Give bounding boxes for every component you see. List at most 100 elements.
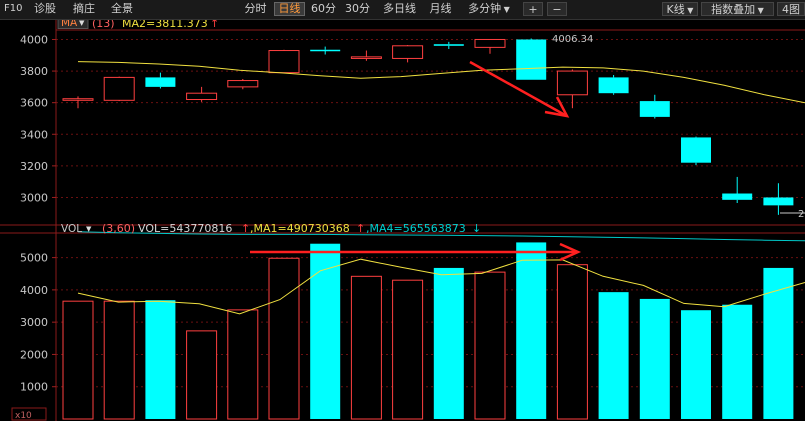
- price-tick-label: 3400: [20, 128, 48, 141]
- volume-bar-down: [310, 243, 341, 419]
- tab-multi-day[interactable]: 多日线: [378, 2, 421, 16]
- volume-bar-down: [722, 304, 753, 419]
- candle-body-down: [516, 39, 547, 80]
- f10-button[interactable]: F10: [4, 2, 22, 16]
- volume-y-axis: 5000 4000 3000 2000 1000: [20, 252, 56, 394]
- candle-body-up: [556, 70, 588, 96]
- volume-bar-down: [145, 300, 176, 419]
- candle-body-up: [268, 50, 300, 74]
- price-tick-label: 3200: [20, 160, 48, 173]
- candle: [103, 76, 135, 102]
- vol-ma4-value: ,MA4=565563873: [366, 222, 466, 235]
- volume-bar-up: [268, 257, 300, 420]
- up-arrow-icon: ↑: [356, 222, 365, 235]
- candle-body-up: [186, 92, 218, 101]
- volume-tick-label: 2000: [20, 348, 48, 361]
- chevron-down-icon: ▼: [501, 5, 510, 14]
- candle-body-up: [474, 38, 506, 48]
- volume-tick-label: 3000: [20, 316, 48, 329]
- candle-body-down: [763, 197, 794, 206]
- candle-body-up: [227, 80, 259, 88]
- price-tick-label: 3800: [20, 65, 48, 78]
- volume-bar-up: [350, 275, 382, 420]
- volume-bar-up: [392, 279, 424, 420]
- candle: [433, 41, 464, 49]
- candle-body-down: [310, 49, 341, 52]
- down-arrow-icon: ↓: [472, 222, 481, 235]
- volume-bar-down: [639, 298, 670, 419]
- volume-tick-label: 5000: [20, 252, 48, 265]
- candle: [763, 183, 794, 215]
- tab-30min[interactable]: 30分: [343, 2, 372, 16]
- candle-body-down: [433, 44, 464, 46]
- price-y-axis: 4000 3800 3600 3400 3200 3000: [20, 33, 56, 204]
- candle-body-down: [145, 77, 176, 87]
- volume-bar-down: [516, 242, 547, 419]
- candle: [516, 38, 547, 80]
- candle-body-down: [598, 77, 629, 94]
- tab-60min[interactable]: 60分: [309, 2, 338, 16]
- up-arrow-icon: ↑: [210, 20, 219, 30]
- volume-bar-up: [474, 271, 506, 420]
- high-price-label: 4006.34: [552, 34, 593, 45]
- low-price-label: 2: [798, 209, 804, 220]
- multi-minute-label: 多分钟: [468, 2, 502, 15]
- chevron-down-icon: ▼: [86, 225, 92, 233]
- volume-tick-label: 4000: [20, 284, 48, 297]
- volume-unit-label: x10: [15, 411, 32, 421]
- pick-dealer-button[interactable]: 摘庄: [73, 2, 95, 16]
- multi-chart-dropdown[interactable]: 4图: [777, 2, 805, 16]
- candle: [681, 136, 711, 166]
- multi-minute-dropdown[interactable]: 多分钟 ▼: [460, 2, 518, 16]
- stock-chart[interactable]: 4000 3800 3600 3400 3200 3000 5000 4000 3000 200…: [0, 20, 805, 421]
- candle-body-down: [722, 193, 753, 200]
- candle-body-up: [62, 98, 94, 101]
- volume-series: [62, 242, 794, 420]
- vol-indicator-name[interactable]: VOL: [61, 223, 82, 235]
- price-tick-label: 4000: [20, 33, 48, 46]
- tab-daily[interactable]: 日线: [274, 2, 305, 16]
- candle-body-down: [681, 137, 711, 163]
- vol-value: VOL=543770816: [138, 222, 232, 235]
- candle: [186, 86, 218, 102]
- volume-bar-down: [598, 292, 629, 419]
- candle-body-up: [103, 76, 135, 101]
- zoom-in-button[interactable]: +: [523, 2, 543, 16]
- ma2-value: MA2=3811.373: [122, 20, 208, 30]
- volume-bar-up: [62, 300, 94, 420]
- volume-bar-down: [681, 310, 711, 419]
- candle-body-up: [350, 56, 382, 59]
- index-overlay-label: 指数叠加: [711, 3, 756, 16]
- kline-type-dropdown[interactable]: K线 ▼: [662, 2, 698, 16]
- index-overlay-dropdown[interactable]: 指数叠加 ▼: [701, 2, 774, 16]
- price-tick-label: 3600: [20, 97, 48, 110]
- volume-bar-up: [227, 309, 259, 420]
- chevron-down-icon: ▼: [79, 20, 85, 27]
- vol-ma1-value: ,MA1=490730368: [250, 222, 350, 235]
- volume-bar-up: [186, 330, 218, 420]
- diagnose-stock-button[interactable]: 诊股: [34, 2, 56, 16]
- panorama-button[interactable]: 全景: [111, 2, 133, 16]
- price-tick-label: 3000: [20, 191, 48, 204]
- volume-tick-label: 1000: [20, 381, 48, 394]
- ma-indicator-name: MA: [61, 20, 78, 29]
- zoom-out-button[interactable]: −: [547, 2, 567, 16]
- candle: [722, 176, 753, 203]
- ma-params: (13): [92, 20, 115, 30]
- candle-body-down: [639, 101, 670, 117]
- tab-intraday[interactable]: 分时: [240, 2, 271, 16]
- candle: [227, 78, 259, 90]
- candle: [639, 94, 670, 119]
- candle: [310, 46, 341, 55]
- volume-bar-up: [556, 264, 588, 420]
- chevron-down-icon: ▼: [684, 6, 694, 15]
- volume-bar-down: [433, 267, 464, 419]
- kline-type-label: K线: [666, 3, 685, 16]
- chevron-down-icon: ▼: [755, 6, 764, 15]
- up-arrow-icon: ↑: [241, 222, 250, 235]
- volume-bar-up: [103, 300, 135, 420]
- tab-monthly[interactable]: 月线: [426, 2, 455, 16]
- candle: [268, 49, 300, 74]
- candle: [145, 72, 176, 89]
- candle: [350, 50, 382, 61]
